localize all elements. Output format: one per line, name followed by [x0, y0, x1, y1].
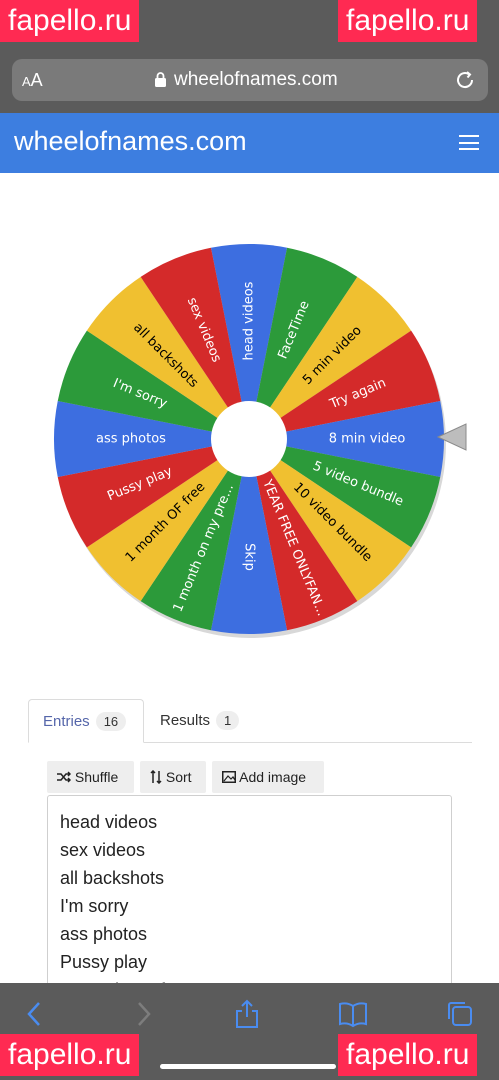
watermark-bottom-left: fapello.ru: [0, 1034, 140, 1076]
shuffle-button[interactable]: Shuffle: [47, 761, 134, 793]
wheel-container: head videos FaceTime 5 min video Try again 8…: [0, 180, 499, 680]
entry-line: ass photos: [60, 924, 148, 944]
image-icon: [222, 771, 236, 783]
site-brand[interactable]: wheelofnames.com: [14, 126, 247, 157]
watermark-bottom-right: fapello.ru: [338, 1034, 478, 1076]
bookmarks-icon[interactable]: [338, 999, 368, 1029]
wheel-center[interactable]: [211, 401, 287, 477]
wheel-segment-label: head videos: [242, 281, 257, 360]
text-size-button[interactable]: AA: [22, 70, 43, 91]
entries-count-badge: 16: [95, 712, 127, 731]
entries-results-tabs: Entries 16 Results 1: [28, 699, 472, 743]
tabs-icon[interactable]: [445, 999, 475, 1029]
tab-results[interactable]: Results 1: [146, 699, 256, 743]
tab-entries[interactable]: Entries 16: [28, 699, 144, 743]
screen: AA wheelofnames.com fapello.ru fapello.r…: [0, 0, 499, 1080]
results-count-badge: 1: [216, 711, 240, 730]
watermark-top-right: fapello.ru: [338, 0, 478, 42]
share-icon[interactable]: [232, 999, 262, 1029]
wheel-segment-label: Skip: [242, 543, 257, 571]
entry-line: all backshots: [60, 868, 165, 888]
url-text: wheelofnames.com: [174, 69, 338, 90]
home-indicator: [160, 1064, 336, 1069]
wheel-segment-label: 8 min video: [329, 432, 406, 447]
back-icon[interactable]: [20, 999, 50, 1029]
sort-button[interactable]: Sort: [140, 761, 206, 793]
wheel-segment-label: ass photos: [96, 432, 166, 447]
address-bar[interactable]: AA wheelofnames.com: [12, 59, 488, 101]
entry-line: I'm sorry: [60, 896, 129, 916]
entry-line: Pussy play: [60, 952, 148, 972]
entry-line: head videos: [60, 812, 158, 832]
entries-textarea[interactable]: head videos sex videos all backshots I'm so…: [47, 795, 452, 995]
add-image-button[interactable]: Add image: [212, 761, 324, 793]
forward-icon[interactable]: [128, 999, 158, 1029]
wheel-of-names[interactable]: head videos FaceTime5 min videoTry again8…: [0, 180, 499, 680]
reload-icon[interactable]: [454, 69, 476, 91]
lock-icon: [155, 72, 166, 87]
site-navbar: wheelofnames.com: [0, 113, 499, 173]
watermark-top-left: fapello.ru: [0, 0, 140, 42]
entry-line: sex videos: [60, 840, 146, 860]
sort-icon: [150, 769, 162, 785]
shuffle-icon: [57, 771, 72, 783]
menu-icon[interactable]: [459, 135, 479, 150]
